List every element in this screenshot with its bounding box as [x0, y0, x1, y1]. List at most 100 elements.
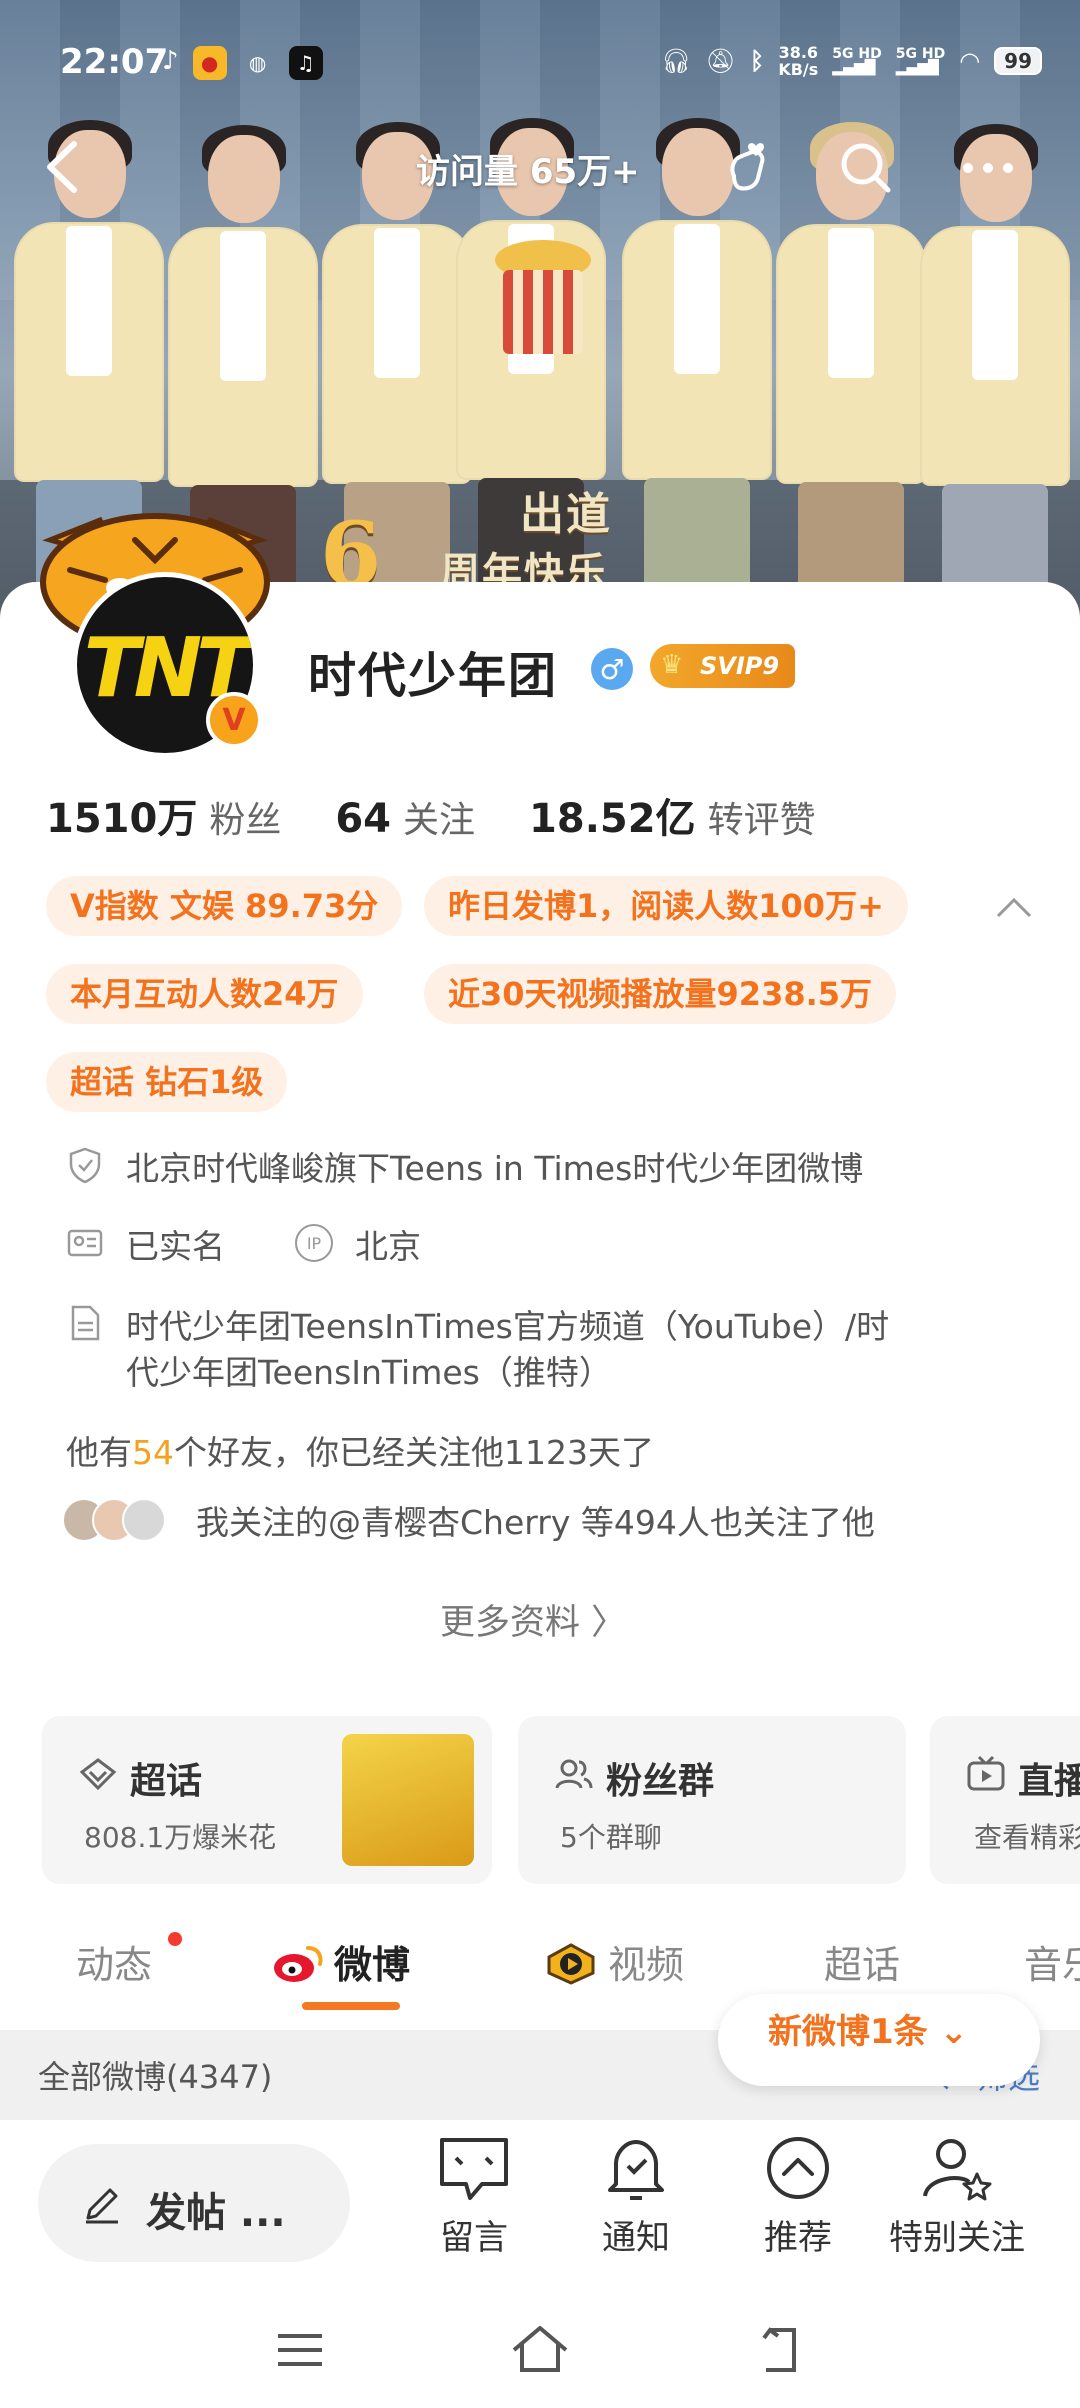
- more-button[interactable]: [952, 132, 1024, 204]
- more-info-link[interactable]: 更多资料 〉: [440, 1594, 626, 1645]
- search-icon: [841, 143, 891, 193]
- diamond-icon: [79, 1758, 117, 1791]
- video-badge-icon: [546, 1942, 596, 1985]
- fan-group-title: 粉丝群: [606, 1761, 715, 1802]
- tab-feed[interactable]: 动态: [76, 1934, 152, 1989]
- live-sub: 查看精彩: [974, 1821, 1080, 1854]
- tab-music[interactable]: 音乐: [1024, 1934, 1080, 1989]
- live-title: 直播: [1018, 1761, 1080, 1802]
- menu-icon[interactable]: [270, 2326, 330, 2376]
- supertopic-thumbnail: [342, 1734, 474, 1866]
- mutual-text: 我关注的@青樱杏Cherry 等494人也关注了他: [196, 1503, 875, 1542]
- following-label[interactable]: 关注: [403, 791, 475, 843]
- user-star-icon: [923, 2139, 992, 2201]
- fan-group-tile[interactable]: 粉丝群 5个群聊: [518, 1716, 906, 1884]
- notify-label: 通知: [602, 2218, 670, 2258]
- tv-icon: [967, 1755, 1005, 1791]
- bottom-action-bar: 发帖 ... 留言 通知 推荐 特别关注: [0, 2120, 1080, 2290]
- supertopic-title: 超话: [130, 1761, 203, 1802]
- visit-count: 访问量 65万+: [416, 152, 640, 192]
- group-icon: [555, 1759, 593, 1789]
- verification-text: 北京时代峰峻旗下Teens in Times时代少年团微博: [126, 1149, 864, 1188]
- verified-badge: V: [206, 692, 262, 748]
- signal-1: 5G HD ▂▄▆█: [832, 46, 882, 76]
- system-navigation-bar: [0, 2290, 1080, 2408]
- bio-row: 时代少年团TeensInTimes官方频道（YouTube）/时 代少年团Teen…: [66, 1304, 889, 1396]
- document-icon: [71, 1305, 100, 1341]
- recommend-button[interactable]: 推荐: [728, 2134, 868, 2259]
- home-icon[interactable]: [508, 2322, 572, 2376]
- verification-row: 北京时代峰峻旗下Teens in Times时代少年团微博: [66, 1146, 863, 1192]
- headphones-icon: 🎧︎: [660, 47, 692, 75]
- tab-supertopic[interactable]: 超话: [824, 1934, 900, 1989]
- following-count[interactable]: 64: [335, 796, 391, 842]
- banner-main-text: 出道: [520, 489, 612, 540]
- supertopic-sub: 808.1万爆米花: [84, 1821, 277, 1854]
- interactions-count[interactable]: 18.52亿: [529, 786, 696, 844]
- followers-count[interactable]: 1510万: [46, 786, 197, 844]
- network-speed: 38.6 KB/s: [778, 43, 819, 79]
- all-weibo-label[interactable]: 全部微博(4347): [38, 2052, 272, 2098]
- compose-post-button[interactable]: 发帖 ...: [38, 2144, 350, 2262]
- live-tile[interactable]: 直播 查看精彩: [930, 1716, 1080, 1884]
- interactions-label[interactable]: 转评赞: [708, 791, 816, 843]
- battery-indicator: 99: [994, 47, 1042, 75]
- mutual-followers[interactable]: 我关注的@青樱杏Cherry 等494人也关注了他: [62, 1496, 875, 1544]
- monthly-interaction-chip[interactable]: 本月互动人数24万: [46, 964, 363, 1024]
- v-index-chip[interactable]: V指数 文娱 89.73分: [46, 876, 403, 936]
- special-follow-button[interactable]: 特别关注: [872, 2134, 1042, 2259]
- special-follow-label: 特别关注: [889, 2218, 1025, 2258]
- back-nav-icon[interactable]: [750, 2322, 810, 2376]
- notify-button[interactable]: 通知: [566, 2134, 706, 2259]
- more-dots-icon: [963, 163, 1013, 173]
- tab-video[interactable]: 视频: [546, 1934, 684, 1989]
- id-card-icon: [67, 1229, 103, 1257]
- weibo-app-icon: ●: [192, 46, 227, 80]
- fan-group-sub: 5个群聊: [560, 1821, 662, 1854]
- tiktok-app-icon: ♫: [288, 46, 323, 80]
- real-name-text: 已实名: [126, 1227, 225, 1266]
- hand-heart-icon: [730, 143, 765, 191]
- message-button[interactable]: 留言: [404, 2134, 544, 2259]
- wifi-icon: ◠: [959, 47, 981, 75]
- chevron-up-icon: [996, 897, 1032, 918]
- ip-icon: IP: [295, 1224, 333, 1262]
- back-arrow-icon: [47, 141, 77, 193]
- svip-label: SVIP9: [700, 652, 780, 680]
- bluetooth-icon: ᛒ: [749, 47, 765, 75]
- new-posts-text: 新微博1条 ⌄: [768, 2012, 968, 2052]
- back-button[interactable]: [36, 132, 96, 202]
- search-button[interactable]: [830, 132, 902, 204]
- tab-weibo[interactable]: 微博: [272, 1934, 410, 1989]
- birthday-cake: [503, 270, 583, 354]
- shield-icon: [69, 1147, 101, 1184]
- message-label: 留言: [440, 2218, 508, 2258]
- svip-badge[interactable]: ♛ SVIP9: [650, 644, 796, 688]
- status-notification-icons: ♪ ● ◍ ♫: [162, 46, 323, 80]
- visitor-button[interactable]: [712, 132, 784, 204]
- friends-count[interactable]: 54: [132, 1433, 174, 1472]
- video-plays-chip[interactable]: 近30天视频播放量9238.5万: [424, 964, 897, 1024]
- new-posts-pill[interactable]: 新微博1条 ⌄: [718, 1994, 1040, 2086]
- profile-name: 时代少年团: [308, 648, 559, 704]
- followers-label[interactable]: 粉丝: [209, 791, 281, 843]
- status-system-icons: 🎧︎ 🔕︎ ᛒ 38.6 KB/s 5G HD ▂▄▆█ 5G HD ▂▄▆█ ◠ 9…: [661, 44, 1042, 78]
- bio-text: 时代少年团TeensInTimes官方频道（YouTube）/时 代少年团Teen…: [126, 1307, 890, 1392]
- weibo-logo-icon: [272, 1944, 324, 1984]
- mute-bell-icon: 🔕︎: [705, 47, 736, 75]
- status-bar: 22:07 ♪ ● ◍ ♫ 🎧︎ 🔕︎ ᛒ 38.6 KB/s 5G HD ▂▄▆█…: [0, 0, 1080, 120]
- supertopic-tile[interactable]: 超话 808.1万爆米花: [42, 1716, 492, 1884]
- male-icon: ♂: [591, 648, 633, 690]
- crown-icon: ♛: [660, 650, 684, 680]
- pencil-icon: [86, 2188, 118, 2224]
- signal-2: 5G HD ▂▄▆█: [895, 46, 946, 76]
- ip-location-text: 北京: [355, 1227, 421, 1266]
- profile-stats: 1510万 粉丝 64 关注 18.52亿 转评赞: [46, 786, 816, 844]
- status-time: 22:07: [60, 42, 169, 82]
- collapse-chips-button[interactable]: [994, 892, 1034, 922]
- bell-check-icon: [608, 2140, 664, 2200]
- active-tab-indicator: [302, 2002, 400, 2010]
- identity-row: 已实名 IP 北京: [66, 1224, 421, 1270]
- yesterday-posts-chip[interactable]: 昨日发博1，阅读人数100万+: [424, 876, 908, 936]
- supertopic-level-chip[interactable]: 超话 钻石1级: [46, 1052, 288, 1112]
